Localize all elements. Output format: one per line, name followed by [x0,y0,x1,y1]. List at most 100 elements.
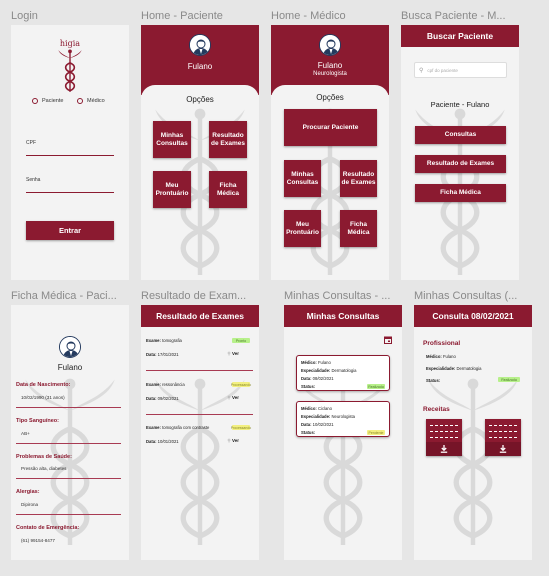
data-key: Data: [301,376,312,381]
view-label: Ver [231,438,239,443]
minhas-consultas-button[interactable]: Minhas Consultas [284,160,321,197]
view-link[interactable]: ⚲ Ver [227,395,239,401]
eye-icon: ⚲ [227,351,231,356]
procurar-paciente-button[interactable]: Procurar Paciente [284,109,377,146]
esp-key: Especialidade: [426,366,456,371]
calendar-icon[interactable] [384,336,392,344]
home-medico-frame: Fulano Neurologista Opções Procurar Paci… [271,25,389,280]
cpf-field[interactable] [26,155,114,156]
status-badge: Processando [230,382,252,387]
logo: higia [11,39,129,98]
search-icon: ⚲ [419,67,424,74]
medico-value: Ciclano [318,406,332,411]
minhas-header: Minhas Consultas [284,305,402,327]
divider [146,414,253,415]
frame-title-home-paciente: Home - Paciente [141,10,223,22]
esp-value: Dermatologia [456,366,482,371]
radio-medico-label: Médico [87,98,105,104]
view-link[interactable]: ⚲ Ver [227,438,239,444]
avatar [319,34,341,56]
frame-title-home-medico: Home - Médico [271,10,346,22]
cpf-label: CPF [26,140,36,146]
field-value: Dipirona [21,502,39,507]
download-icon[interactable] [440,445,448,453]
esp-key: Especialidade: [301,414,331,419]
download-icon[interactable] [499,445,507,453]
status-badge: Realizada [498,377,520,382]
login-frame: higia Paciente Médico CPF Senha Entrar [11,25,129,280]
field-label: Data de Nascimento: [16,382,71,388]
meu-prontuario-button[interactable]: Meu Prontuário [153,171,191,208]
medico-key: Médico: [426,354,442,359]
exam-item: Exame: ressonância Processando Data: 09/… [146,382,253,416]
logo-text: higia [59,39,81,48]
options-title: Opções [186,95,214,104]
medico-key: Médico: [301,406,317,411]
user-name: Fulano [57,363,83,372]
divider [16,407,121,408]
exam-item: Exame: tomografia Pronto Data: 17/01/202… [146,338,253,372]
ficha-medica-button[interactable]: Ficha Médica [209,171,247,208]
eye-icon: ⚲ [227,395,231,400]
status-key: Status: [426,378,441,383]
status-badge: Realizada [367,384,385,389]
resultado-exames-button[interactable]: Resultado de Exames [340,160,377,197]
search-input[interactable]: ⚲ cpf do paciente [414,62,507,78]
status-badge: Pendente [367,430,385,435]
field-value: AB+ [21,431,30,436]
field-label: Alergias: [16,489,40,495]
eye-icon: ⚲ [227,438,231,443]
medico-key: Médico: [301,360,317,365]
resultado-exames-button[interactable]: Resultado de Exames [209,121,247,158]
enter-button[interactable]: Entrar [26,221,114,240]
status-key: Status: [301,430,316,435]
minhas-consultas-button[interactable]: Minhas Consultas [153,121,191,158]
exam-date: 17/01/2021 [157,352,179,357]
receita-card[interactable] [426,419,462,456]
radio-paciente[interactable]: Paciente [32,98,63,104]
consulta-card[interactable]: Médico: Ciclano Especialidade: Neurologi… [296,401,390,437]
exam-date: 10/01/2021 [157,439,179,444]
radio-circle[interactable] [77,98,83,104]
consultas-button[interactable]: Consultas [415,126,506,144]
ficha-medica-button[interactable]: Ficha Médica [415,184,506,202]
view-link[interactable]: ⚲ Ver [227,351,239,357]
radio-medico[interactable]: Médico [77,98,105,104]
field-label: Tipo Sanguíneo: [16,418,59,424]
senha-label: Senha [26,177,41,183]
search-placeholder: cpf do paciente [427,67,458,73]
view-label: Ver [231,395,239,400]
divider [16,478,121,479]
divider [16,514,121,515]
medico-value: Fulano [318,360,331,365]
exam-key: Exame: [146,425,161,430]
data-value: 08/02/2021 [312,376,334,381]
minhas-frame: Minhas Consultas Médico: Fulano Especial… [284,305,402,560]
busca-header: Buscar Paciente [401,25,519,47]
frame-title-ficha: Ficha Médica - Paci... [11,290,117,302]
status-badge: Pronto [232,338,250,343]
consulta-card[interactable]: Médico: Fulano Especialidade: Dermatolog… [296,355,390,391]
frame-title-login: Login [11,10,38,22]
data-key: Data: [301,422,312,427]
consulta-frame: Consulta 08/02/2021 Profissional Médico:… [414,305,532,560]
senha-field[interactable] [26,192,114,193]
resultado-exames-button[interactable]: Resultado de Exames [415,155,506,173]
ficha-medica-button[interactable]: Ficha Médica [340,210,377,247]
field-value: (61) 99154-8477 [21,538,55,543]
user-name: Fulano [187,62,213,71]
field-value: Pressão alta, diabetes [21,466,67,471]
frame-title-minhas: Minhas Consultas - ... [284,290,391,302]
esp-key: Especialidade: [301,368,331,373]
frame-title-busca: Busca Paciente - M... [401,10,506,22]
exam-item: Exame: tomografia com contraste Processa… [146,425,253,459]
esp-value: Dermatologia [331,368,357,373]
medico-value: Fulano [443,354,456,359]
receita-card[interactable] [485,419,521,456]
home-paciente-frame: Fulano Opções Minhas Consultas Resultado… [141,25,259,280]
radio-circle[interactable] [32,98,38,104]
exam-name: tomografia [162,338,182,343]
field-label: Contato de Emergência: [16,525,80,531]
meu-prontuario-button[interactable]: Meu Prontuário [284,210,321,247]
field-value: 10/02/1990 (31 anos) [21,395,65,400]
